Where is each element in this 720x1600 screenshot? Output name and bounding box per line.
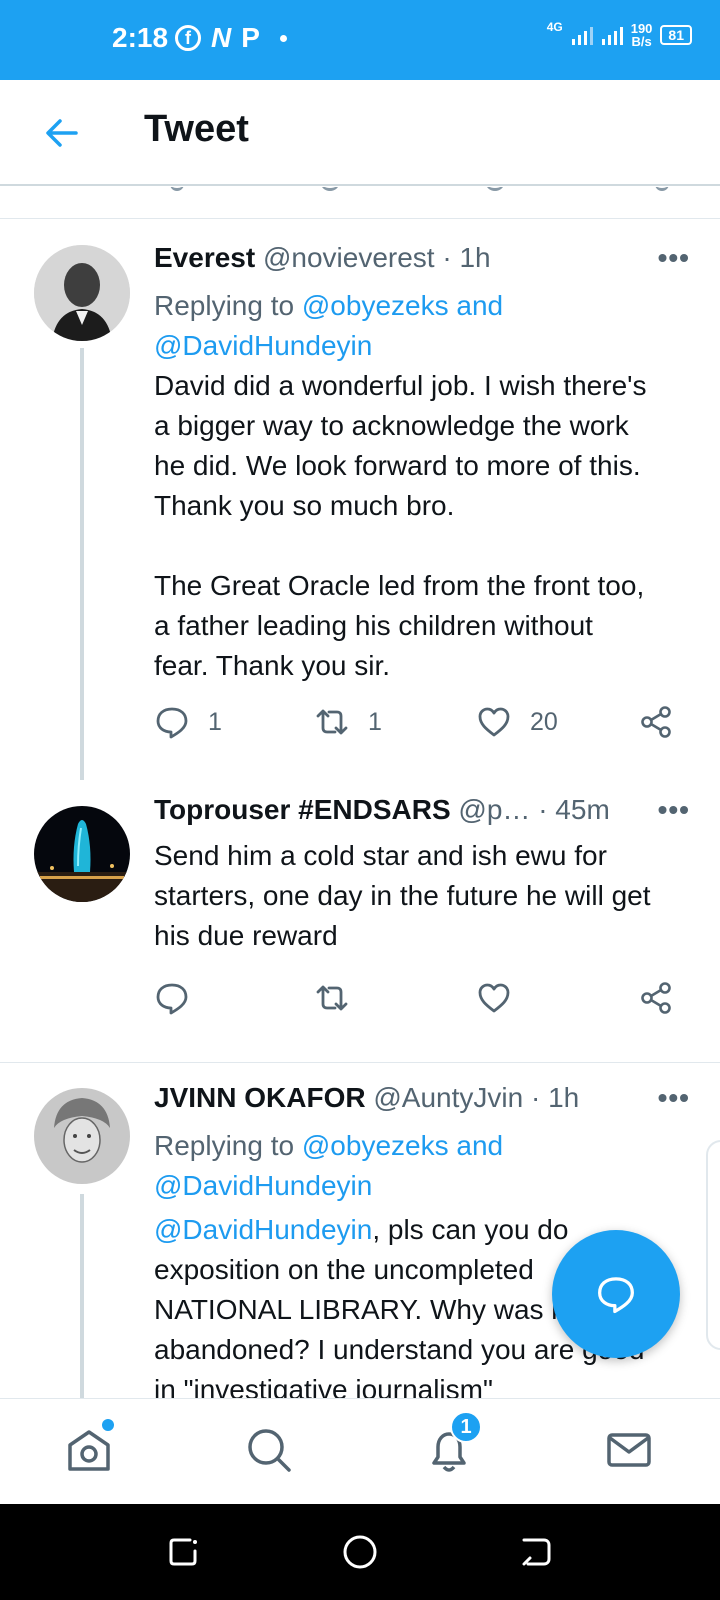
tweet-text: David did a wonderful job. I wish there'… xyxy=(154,370,647,681)
app-p-icon: P xyxy=(241,22,260,53)
display-name[interactable]: Toprouser #ENDSARS xyxy=(154,794,451,825)
bottom-navigation: 1 xyxy=(0,1398,720,1504)
share-button[interactable] xyxy=(638,704,674,740)
like-button[interactable]: 20 xyxy=(476,704,558,740)
app-n-icon: N xyxy=(211,22,232,53)
sketch-portrait-image xyxy=(34,1088,130,1184)
battery-icon: 81 xyxy=(660,25,692,45)
more-options-button[interactable]: ••• xyxy=(658,1082,690,1114)
facebook-icon: f xyxy=(175,25,201,51)
arrow-left-icon[interactable] xyxy=(40,112,82,154)
heart-icon xyxy=(478,707,510,737)
system-indicators: 4G 190 B/s 81 xyxy=(546,20,692,49)
notifications-badge: 1 xyxy=(450,1411,482,1443)
search-icon[interactable] xyxy=(244,1425,294,1475)
heart-icon xyxy=(478,983,510,1013)
retweet-button[interactable] xyxy=(314,980,350,1016)
reply-icon xyxy=(156,707,188,739)
timestamp: · 45m xyxy=(538,794,610,825)
avatar[interactable] xyxy=(34,1088,130,1184)
home-icon[interactable] xyxy=(64,1425,114,1475)
status-bar: 2:18 f N P 4G 190 B/s 81 xyxy=(0,0,720,80)
like-count: 20 xyxy=(530,707,558,736)
like-button[interactable] xyxy=(476,980,512,1016)
avatar[interactable] xyxy=(34,245,130,341)
retweet-count: 1 xyxy=(368,707,382,736)
retweet-icon xyxy=(316,985,348,1011)
divider xyxy=(0,1062,720,1063)
net-speed: 190 B/s xyxy=(630,21,653,49)
home-button-icon[interactable] xyxy=(340,1532,380,1572)
portrait-image xyxy=(34,245,130,341)
app-header: Tweet xyxy=(0,80,720,186)
reply-button[interactable] xyxy=(154,980,190,1016)
signal-icon-2 xyxy=(601,27,623,45)
share-icon xyxy=(641,706,671,738)
system-navigation-bar xyxy=(0,1504,720,1600)
timestamp: · 1h xyxy=(442,242,491,273)
display-name[interactable]: Everest xyxy=(154,242,255,273)
more-options-button[interactable]: ••• xyxy=(658,794,690,826)
more-notifications-dot xyxy=(279,34,287,42)
reply-button[interactable]: 1 xyxy=(154,704,222,740)
previous-tweet-actions xyxy=(150,187,690,193)
replying-to: Replying to @obyezeks and @DavidHundeyin xyxy=(154,290,504,361)
network-type: 4G xyxy=(546,20,563,34)
reply-mention[interactable]: @DavidHundeyin xyxy=(154,1170,372,1201)
share-icon xyxy=(641,982,671,1014)
divider xyxy=(0,218,720,219)
page-title: Tweet xyxy=(144,108,249,150)
handle[interactable]: @AuntyJvin xyxy=(373,1082,523,1113)
back-button-icon[interactable] xyxy=(516,1532,556,1572)
home-unread-dot xyxy=(102,1419,114,1431)
reply-icon xyxy=(156,983,188,1015)
tweet-toprouser[interactable]: Toprouser #ENDSARS @p… · 45m ••• Send hi… xyxy=(0,790,720,1030)
compose-reply-button[interactable] xyxy=(552,1230,680,1358)
tweet-header: Everest @novieverest · 1h xyxy=(154,242,700,274)
tower-night-image xyxy=(34,806,130,902)
notification-icons: f N P xyxy=(175,22,287,54)
recent-apps-icon[interactable] xyxy=(164,1532,204,1572)
thread-line xyxy=(80,348,84,780)
thread-line xyxy=(80,1194,84,1398)
signal-icon xyxy=(571,27,593,45)
tweet-actions xyxy=(154,980,684,1020)
retweet-button[interactable]: 1 xyxy=(314,704,382,740)
handle[interactable]: @p… xyxy=(458,794,530,825)
tweet-header: JVINN OKAFOR @AuntyJvin · 1h xyxy=(154,1082,700,1114)
tweet-everest[interactable]: Everest @novieverest · 1h ••• Replying t… xyxy=(0,240,720,780)
status-time: 2:18 xyxy=(112,22,169,53)
tweet-header: Toprouser #ENDSARS @p… · 45m xyxy=(154,794,700,826)
more-options-button[interactable]: ••• xyxy=(658,242,690,274)
mention-link[interactable]: @DavidHundeyin xyxy=(154,1214,372,1245)
reply-count: 1 xyxy=(208,707,222,736)
display-name[interactable]: JVINN OKAFOR xyxy=(154,1082,366,1113)
reply-mentions[interactable]: @obyezeks and xyxy=(302,1130,503,1161)
side-panel-edge xyxy=(706,1140,720,1350)
retweet-icon xyxy=(316,709,348,735)
mail-icon[interactable] xyxy=(604,1425,654,1475)
reply-mention[interactable]: @DavidHundeyin xyxy=(154,330,372,361)
tweet-text: Send him a cold star and ish ewu for sta… xyxy=(154,840,651,951)
replying-to: Replying to @obyezeks and @DavidHundeyin xyxy=(154,1130,504,1201)
timestamp: · 1h xyxy=(530,1082,580,1113)
avatar[interactable] xyxy=(34,806,130,902)
reply-mentions[interactable]: @obyezeks and xyxy=(302,290,503,321)
handle[interactable]: @novieverest xyxy=(263,242,435,273)
tweet-actions: 1 1 20 xyxy=(154,704,684,744)
chat-bubble-icon xyxy=(598,1277,634,1314)
share-button[interactable] xyxy=(638,980,674,1016)
